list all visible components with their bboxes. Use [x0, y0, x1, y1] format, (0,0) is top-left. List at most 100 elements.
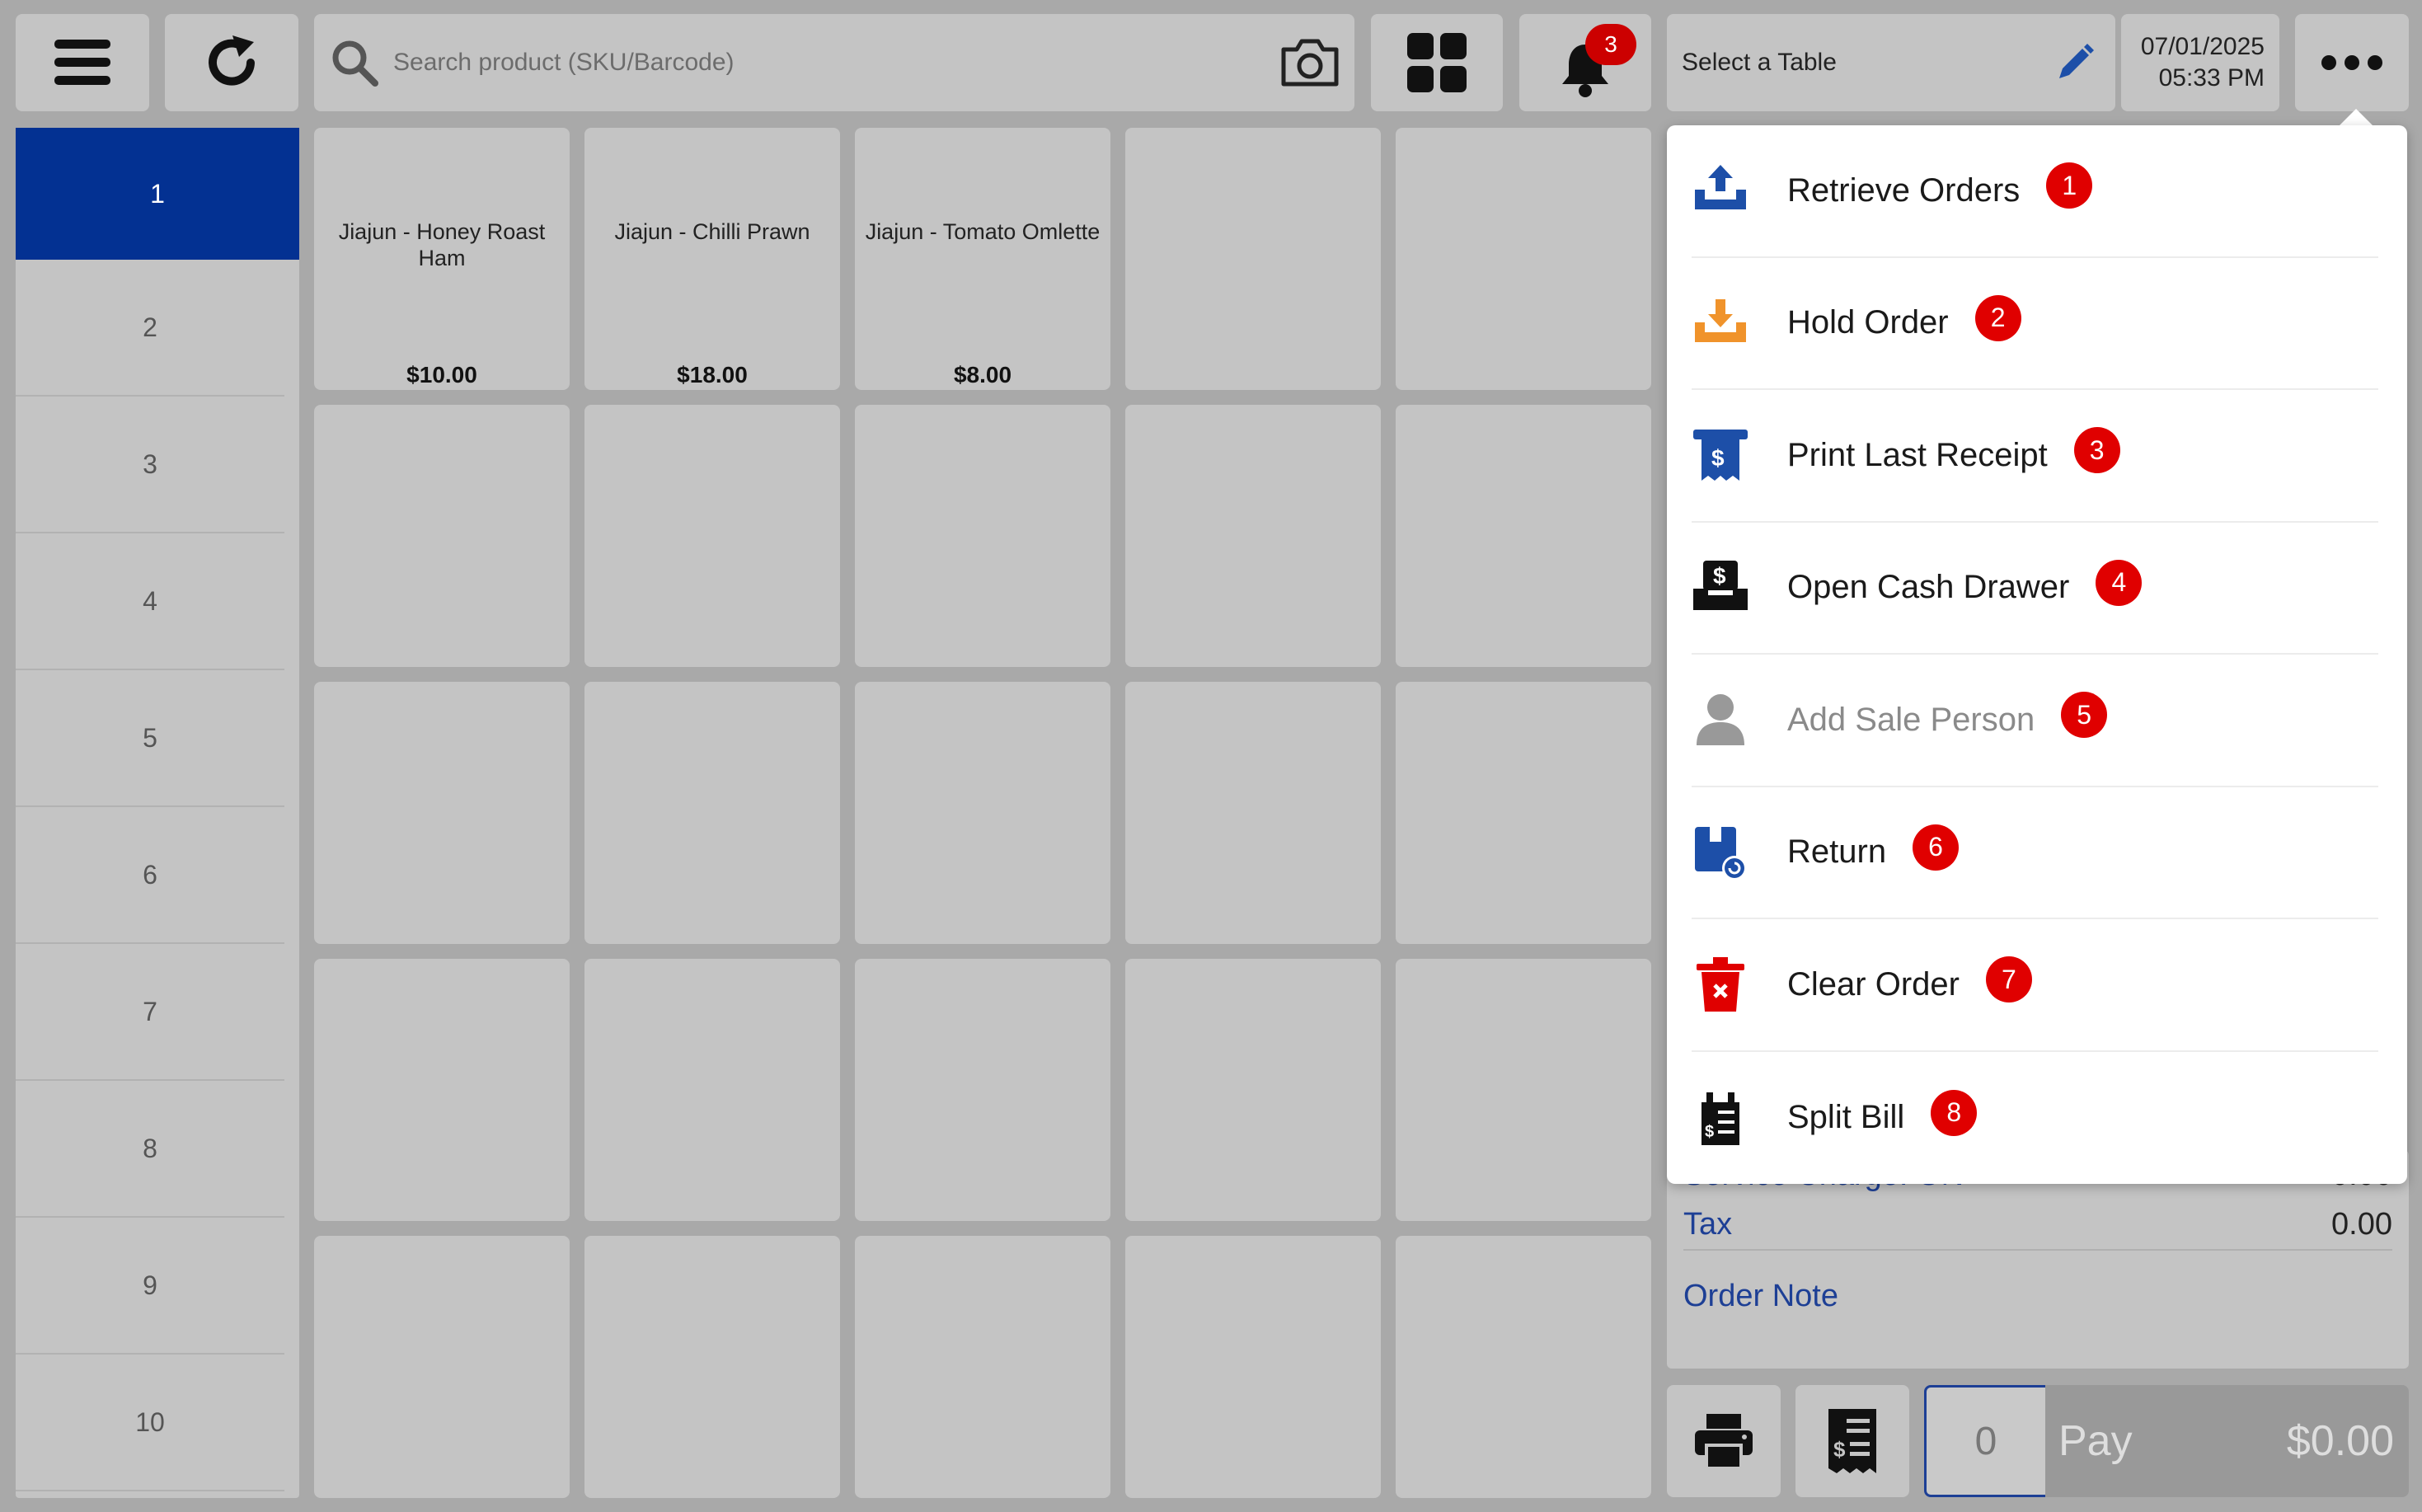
empty-product-slot[interactable]	[855, 405, 1110, 667]
menu-item-label: Print Last Receipt	[1787, 436, 2048, 473]
camera-icon	[1281, 39, 1339, 87]
menu-item-number-badge: 7	[1985, 956, 2032, 1003]
svg-text:$: $	[1705, 1123, 1714, 1141]
pencil-icon[interactable]	[2054, 42, 2096, 83]
menu-item-open-cash-drawer[interactable]: $ Open Cash Drawer 4	[1692, 523, 2378, 655]
person-icon	[1692, 691, 1749, 749]
order-note-link[interactable]: Order Note	[1683, 1279, 1838, 1314]
menu-item-hold-order[interactable]: Hold Order 2	[1692, 258, 2378, 390]
empty-product-slot[interactable]	[855, 1236, 1110, 1498]
table-selector[interactable]: Select a Table	[1667, 14, 2115, 111]
menu-item-retrieve-orders[interactable]: Retrieve Orders 1	[1692, 125, 2378, 258]
menu-item-label: Retrieve Orders	[1787, 171, 2021, 209]
search-bar	[314, 14, 1354, 111]
empty-product-slot[interactable]	[314, 405, 570, 667]
split-bill-icon: $	[1692, 1089, 1749, 1147]
product-grid: Jiajun - Honey Roast Ham $10.00 Jiajun - C…	[314, 128, 1651, 1498]
category-tab-7[interactable]: 7	[16, 944, 284, 1081]
empty-product-slot[interactable]	[1125, 1236, 1381, 1498]
product-price: $10.00	[406, 362, 477, 387]
quantity-value: 0	[1974, 1419, 1997, 1463]
empty-product-slot[interactable]	[314, 959, 570, 1221]
grid-view-button[interactable]	[1371, 14, 1503, 111]
more-options-button[interactable]	[2295, 14, 2409, 111]
empty-product-slot[interactable]	[1125, 959, 1381, 1221]
menu-item-number-badge: 6	[1913, 824, 1960, 871]
menu-item-label: Clear Order	[1787, 965, 1960, 1003]
empty-product-slot[interactable]	[1125, 128, 1381, 390]
category-tab-9[interactable]: 9	[16, 1218, 284, 1355]
category-tab-5[interactable]: 5	[16, 670, 284, 807]
pay-amount: $0.00	[2286, 1417, 2394, 1465]
pay-label: Pay	[2058, 1417, 2133, 1465]
empty-product-slot[interactable]	[314, 1236, 570, 1498]
svg-text:$: $	[1833, 1437, 1846, 1462]
menu-item-split-bill[interactable]: $ Split Bill 8	[1692, 1052, 2378, 1185]
upload-tray-icon	[1692, 162, 1749, 219]
product-price: $18.00	[677, 362, 748, 387]
empty-product-slot[interactable]	[1396, 682, 1651, 944]
more-options-menu: Retrieve Orders 1 Hold Order 2 $ Print Last R…	[1667, 125, 2407, 1184]
menu-item-label: Open Cash Drawer	[1787, 569, 2070, 606]
empty-product-slot[interactable]	[1396, 405, 1651, 667]
product-name: Jiajun - Tomato Omlette	[865, 219, 1101, 244]
empty-product-slot[interactable]	[855, 959, 1110, 1221]
svg-text:$: $	[1713, 563, 1726, 589]
empty-product-slot[interactable]	[1396, 128, 1651, 390]
menu-item-number-badge: 2	[1974, 294, 2021, 341]
print-button[interactable]	[1667, 1385, 1781, 1497]
empty-product-slot[interactable]	[584, 959, 840, 1221]
date-time-display: 07/01/2025 05:33 PM	[2121, 14, 2279, 111]
empty-product-slot[interactable]	[1396, 1236, 1651, 1498]
empty-product-slot[interactable]	[584, 1236, 840, 1498]
receipt-print-icon: $	[1692, 426, 1749, 484]
product-tile[interactable]: Jiajun - Chilli Prawn $18.00	[584, 128, 840, 390]
refresh-icon	[209, 35, 255, 86]
tax-label: Tax	[1683, 1206, 1733, 1242]
grid-icon	[1407, 33, 1467, 92]
camera-scan-button[interactable]	[1277, 34, 1343, 92]
svg-text:$: $	[1711, 445, 1725, 471]
search-input[interactable]	[393, 49, 1218, 77]
more-icon	[2321, 55, 2382, 70]
order-note-row[interactable]: Order Note	[1683, 1251, 2392, 1341]
product-name: Jiajun - Chilli Prawn	[614, 219, 810, 244]
menu-item-label: Return	[1787, 833, 1887, 871]
tax-value: 0.00	[2331, 1206, 2392, 1242]
return-box-icon	[1692, 824, 1749, 881]
menu-item-return[interactable]: Return 6	[1692, 787, 2378, 919]
quantity-display[interactable]: 0	[1924, 1385, 2048, 1497]
menu-item-clear-order[interactable]: Clear Order 7	[1692, 919, 2378, 1052]
current-time: 05:33 PM	[2158, 64, 2265, 92]
product-price: $8.00	[953, 362, 1012, 387]
menu-item-number-badge: 4	[2096, 559, 2143, 606]
table-selector-label: Select a Table	[1682, 49, 1837, 76]
empty-product-slot[interactable]	[584, 405, 840, 667]
product-tile[interactable]: Jiajun - Tomato Omlette $8.00	[855, 128, 1110, 390]
category-tab-3[interactable]: 3	[16, 397, 284, 533]
tax-row: Tax 0.00	[1683, 1200, 2392, 1249]
empty-product-slot[interactable]	[1396, 959, 1651, 1221]
category-tab-1[interactable]: 1	[16, 128, 299, 260]
hamburger-icon	[54, 40, 110, 85]
empty-product-slot[interactable]	[314, 682, 570, 944]
menu-item-print-last-receipt[interactable]: $ Print Last Receipt 3	[1692, 390, 2378, 523]
product-tile[interactable]: Jiajun - Honey Roast Ham $10.00	[314, 128, 570, 390]
empty-product-slot[interactable]	[584, 682, 840, 944]
pay-button[interactable]: Pay $0.00	[2045, 1385, 2409, 1497]
notifications-button[interactable]: 3	[1519, 14, 1651, 111]
empty-product-slot[interactable]	[855, 682, 1110, 944]
receipt-button[interactable]: $	[1795, 1385, 1909, 1497]
category-tab-8[interactable]: 8	[16, 1081, 284, 1218]
menu-item-add-sale-person[interactable]: Add Sale Person 5	[1692, 655, 2378, 787]
refresh-button[interactable]	[165, 14, 298, 111]
product-name: Jiajun - Honey Roast Ham	[338, 219, 546, 270]
category-tab-2[interactable]: 2	[16, 260, 284, 397]
empty-product-slot[interactable]	[1125, 405, 1381, 667]
category-tab-6[interactable]: 6	[16, 807, 284, 944]
category-tab-4[interactable]: 4	[16, 533, 284, 670]
empty-product-slot[interactable]	[1125, 682, 1381, 944]
category-tab-10[interactable]: 10	[16, 1355, 284, 1491]
trash-icon	[1692, 956, 1749, 1013]
main-menu-button[interactable]	[16, 14, 149, 111]
